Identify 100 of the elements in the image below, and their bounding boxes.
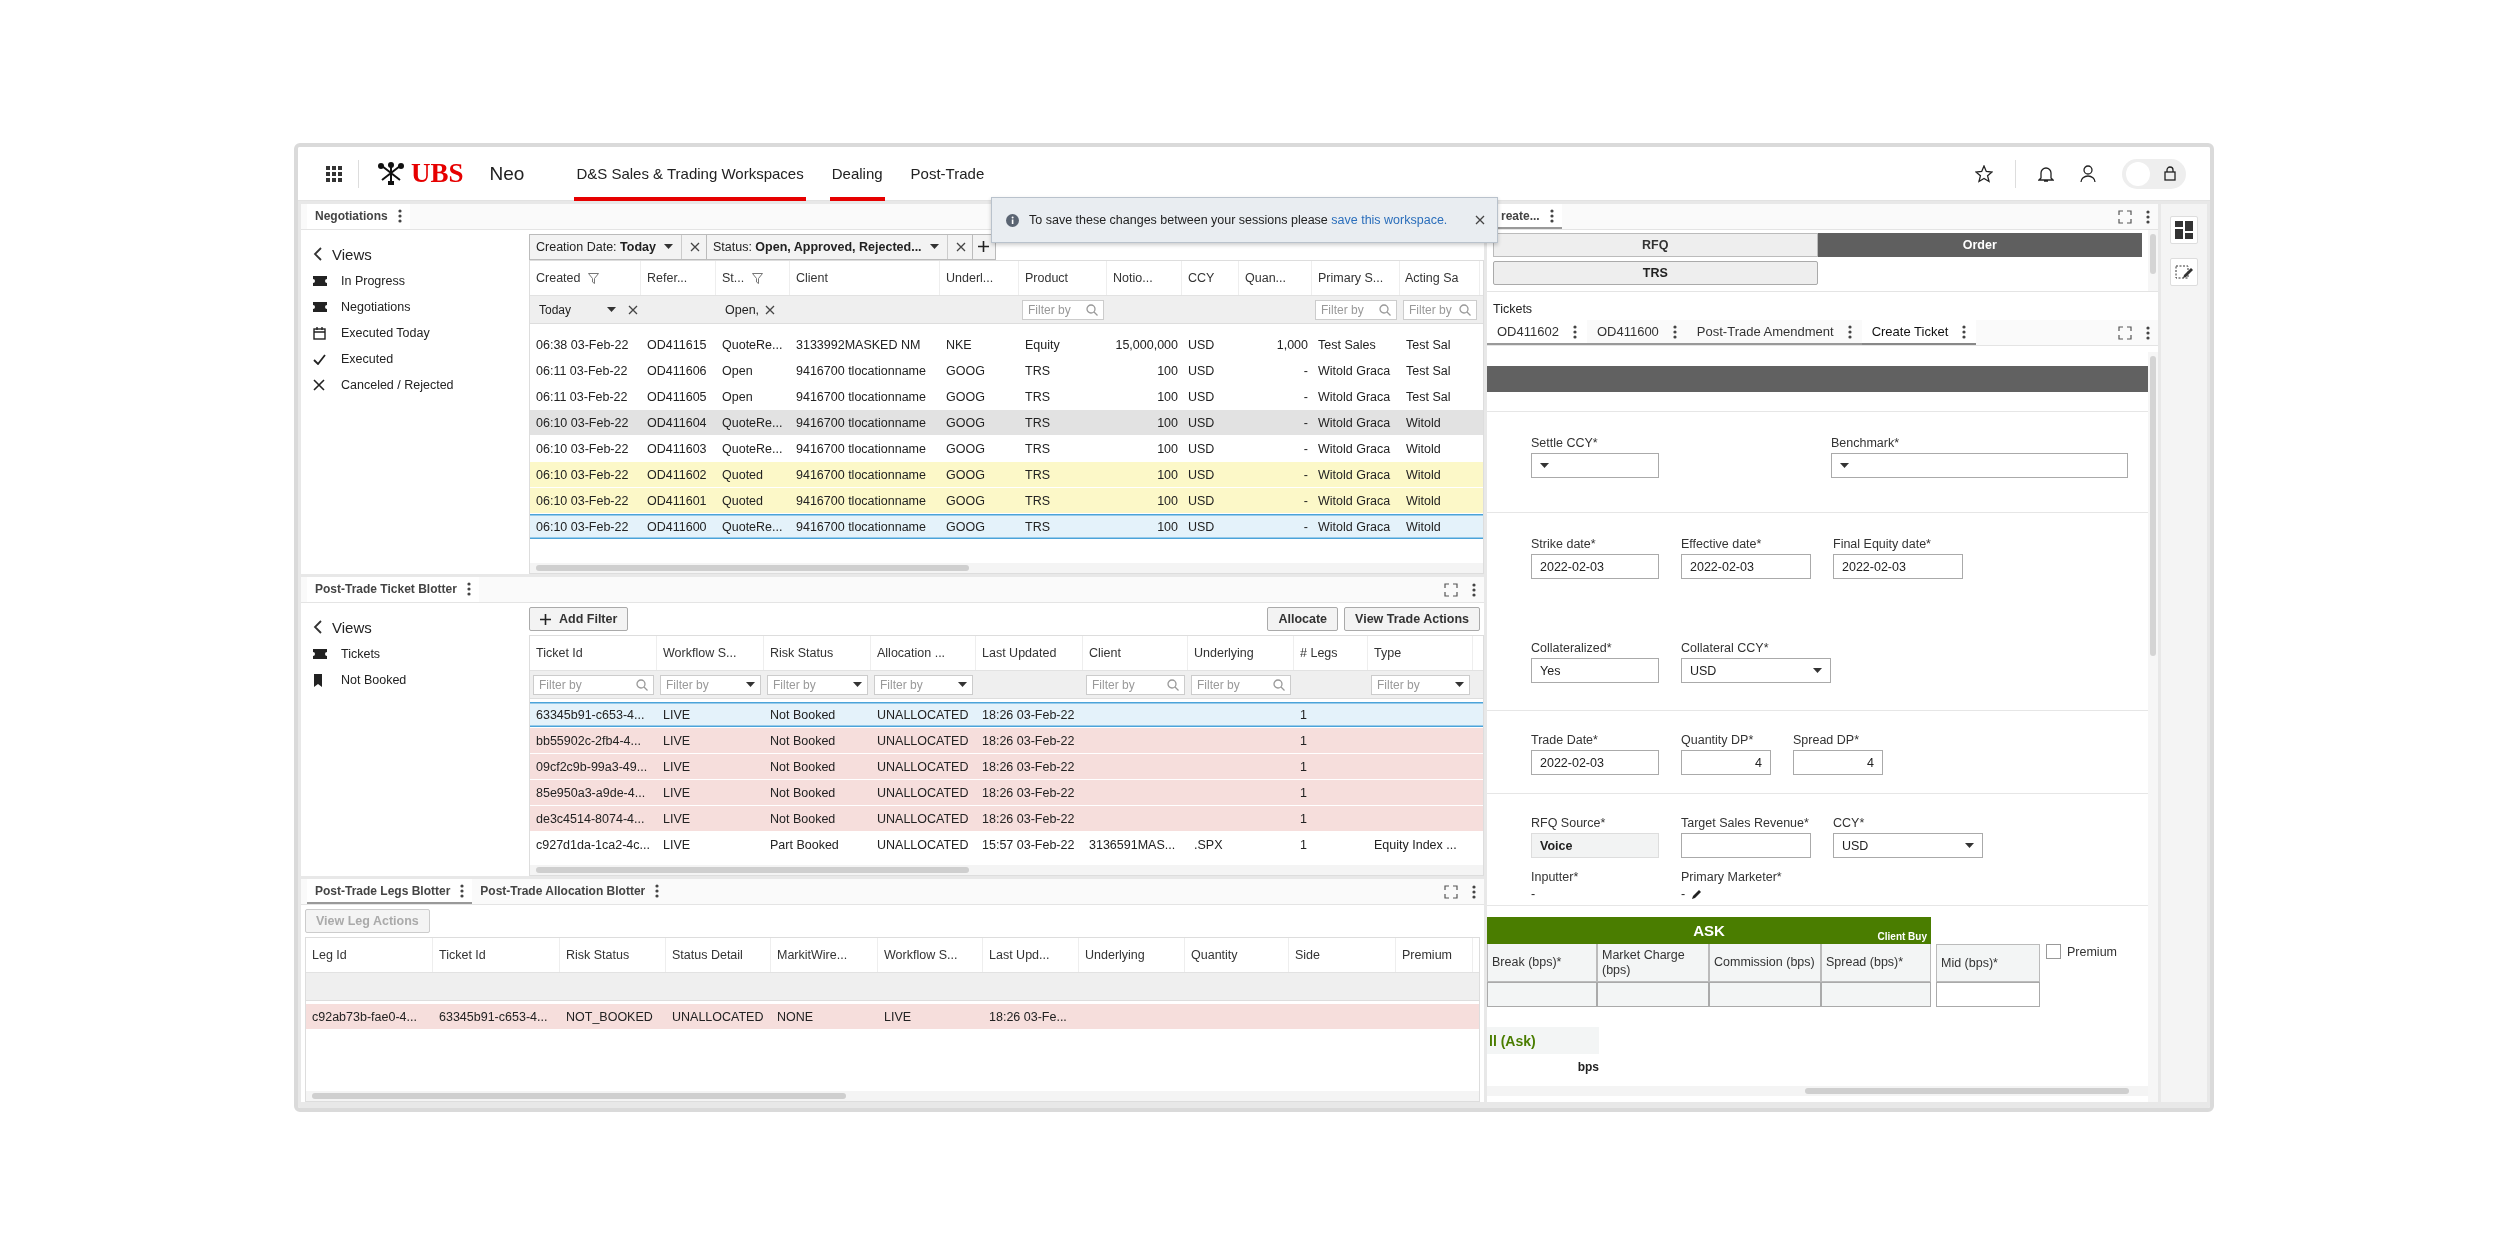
column-header[interactable]: Side	[1289, 938, 1396, 972]
scrollbar[interactable]	[530, 865, 1483, 875]
close-icon[interactable]	[955, 241, 966, 252]
column-header[interactable]: Primary S...	[1312, 261, 1400, 295]
more-icon[interactable]	[397, 208, 402, 223]
filter-chip[interactable]: Status: Open, Approved, Rejected...	[705, 233, 973, 260]
scrollbar[interactable]	[530, 563, 1483, 573]
input-field[interactable]: 2022-02-03	[1833, 554, 1963, 579]
close-icon[interactable]	[1475, 215, 1485, 225]
back-icon[interactable]	[313, 620, 322, 634]
view-item[interactable]: Negotiations	[313, 294, 529, 320]
input-field[interactable]	[1681, 833, 1811, 858]
view-item[interactable]: In Progress	[313, 268, 529, 294]
table-row[interactable]: 06:10 03-Feb-22 OD411604 QuoteRe... 9416700 tlocationname GOOG TRS 100 USD - Witold Graca Witold	[530, 410, 1483, 436]
scrollbar[interactable]	[306, 1091, 1479, 1101]
panel-tab[interactable]: Post-Trade Allocation Blotter	[472, 879, 668, 904]
pencil-icon[interactable]	[1691, 888, 1703, 900]
close-icon[interactable]	[689, 241, 700, 252]
table-row[interactable]: bb55902c-2fb4-4... LIVE Not Booked UNALLOCATED 18:26 03-Feb-22 1	[530, 728, 1483, 754]
input-field[interactable]	[1487, 982, 1597, 1007]
panel-tab[interactable]: OD411600	[1586, 320, 1687, 345]
view-item[interactable]: Executed Today	[313, 320, 529, 346]
column-header[interactable]: Risk Status	[560, 938, 666, 972]
table-row[interactable]: 06:38 03-Feb-22 OD411615 QuoteRe... 3133992MASKED NM NKE Equity 15,000,000 USD 1,000 Test Sales Test Sal	[530, 332, 1483, 358]
column-header[interactable]: Created	[530, 261, 641, 295]
expand-icon[interactable]	[2118, 209, 2132, 224]
table-row[interactable]: 63345b91-c653-4... LIVE Not Booked UNALLOCATED 18:26 03-Feb-22 1	[530, 702, 1483, 728]
column-header[interactable]: Ticket Id	[530, 636, 657, 670]
column-header[interactable]: Product	[1019, 261, 1107, 295]
column-header[interactable]: MarkitWire...	[771, 938, 878, 972]
user-icon[interactable]	[2080, 164, 2096, 183]
table-row[interactable]: 06:10 03-Feb-22 OD411600 QuoteRe... 9416700 tlocationname GOOG TRS 100 USD - Witold Graca Witold	[530, 514, 1483, 540]
column-header[interactable]: CCY	[1182, 261, 1239, 295]
save-workspace-link[interactable]: save this workspace.	[1331, 213, 1448, 227]
action-button[interactable]: Allocate	[1267, 607, 1339, 631]
panel-tab[interactable]: Create Ticket	[1861, 320, 1977, 345]
filter-chip[interactable]: Creation Date: Today	[529, 233, 707, 260]
column-header[interactable]: Quan...	[1239, 261, 1312, 295]
scrollbar[interactable]	[1487, 1086, 2148, 1096]
action-button[interactable]: View Trade Actions	[1344, 607, 1480, 631]
more-icon[interactable]	[2146, 325, 2150, 340]
filter-dropdown[interactable]: Today	[533, 299, 622, 320]
column-header[interactable]: Client	[790, 261, 940, 295]
mode-tab[interactable]: Order	[1817, 233, 2142, 257]
view-item[interactable]: Not Booked	[313, 667, 529, 693]
column-header[interactable]: Workflow S...	[878, 938, 983, 972]
back-icon[interactable]	[313, 247, 322, 261]
input-field[interactable]: 4	[1793, 750, 1883, 775]
filter-icon[interactable]	[752, 272, 764, 284]
more-icon[interactable]	[1472, 582, 1476, 597]
filter-icon[interactable]	[588, 272, 600, 284]
input-field[interactable]: 2022-02-03	[1531, 554, 1659, 579]
input-field[interactable]: 2022-02-03	[1531, 750, 1659, 775]
input-field[interactable]: Yes	[1531, 658, 1659, 683]
mode-tab[interactable]: RFQ	[1493, 233, 1818, 257]
column-header[interactable]: Workflow S...	[657, 636, 764, 670]
more-icon[interactable]	[1962, 324, 1967, 339]
panel-tab[interactable]: Post-Trade Amendment	[1686, 320, 1862, 345]
more-icon[interactable]	[1549, 208, 1554, 223]
column-header[interactable]: Risk Status	[764, 636, 871, 670]
column-header[interactable]: Allocation ...	[871, 636, 976, 670]
dropdown[interactable]: USD	[1681, 658, 1831, 683]
more-icon[interactable]	[1672, 324, 1677, 339]
panel-tab[interactable]: Post-Trade Ticket Blotter	[307, 577, 479, 602]
input-field[interactable]	[1597, 982, 1709, 1007]
column-header[interactable]: Premium	[1396, 938, 1473, 972]
table-row[interactable]: c927d1da-1ca2-4c... LIVE Part Booked UNALLOCATED 15:57 03-Feb-22 3136591MAS... .SPX 1 Equity Index ...	[530, 832, 1483, 858]
input-field[interactable]: 2022-02-03	[1681, 554, 1811, 579]
table-row[interactable]: 06:11 03-Feb-22 OD411606 Open 9416700 tlocationname GOOG TRS 100 USD - Witold Graca Test Sal	[530, 358, 1483, 384]
column-header[interactable]: Underl...	[940, 261, 1019, 295]
clear-icon[interactable]	[765, 304, 776, 315]
column-header[interactable]: Client	[1083, 636, 1188, 670]
checkbox[interactable]	[2046, 944, 2061, 959]
layout-icon[interactable]	[2170, 216, 2198, 244]
table-row[interactable]: 06:10 03-Feb-22 OD411602 Quoted 9416700 tlocationname GOOG TRS 100 USD - Witold Graca Witold	[530, 462, 1483, 488]
apps-icon[interactable]	[326, 165, 342, 182]
column-header[interactable]: Underlying	[1079, 938, 1185, 972]
column-header[interactable]: Last Upd...	[983, 938, 1079, 972]
more-icon[interactable]	[1572, 324, 1577, 339]
column-header[interactable]: Leg Id	[306, 938, 433, 972]
view-item[interactable]: Executed	[313, 346, 529, 372]
more-icon[interactable]	[1847, 324, 1852, 339]
nav-tab[interactable]: Post-Trade	[908, 147, 987, 201]
clear-icon[interactable]	[628, 304, 638, 315]
column-header[interactable]: Quantity	[1185, 938, 1289, 972]
input-field[interactable]	[1821, 982, 1931, 1007]
column-header[interactable]: # Legs	[1294, 636, 1368, 670]
input-field[interactable]: 4	[1681, 750, 1771, 775]
column-header[interactable]: Acting Sa	[1400, 261, 1480, 295]
scrollbar[interactable]	[2148, 352, 2158, 1102]
table-row[interactable]: c92ab73b-fae0-4... 63345b91-c653-4... NOT_BOOKED UNALLOCATED NONE LIVE 18:26 03-Fe...	[306, 1004, 1479, 1030]
scrollbar[interactable]	[2148, 230, 2158, 291]
column-header[interactable]: Underlying	[1188, 636, 1294, 670]
column-header[interactable]: St...	[716, 261, 790, 295]
edit-layout-icon[interactable]	[2170, 258, 2198, 286]
panel-tab[interactable]: Negotiations	[307, 204, 410, 229]
more-icon[interactable]	[655, 883, 660, 898]
column-header[interactable]: Ticket Id	[433, 938, 560, 972]
table-row[interactable]: 09cf2c9b-99a3-49... LIVE Not Booked UNALLOCATED 18:26 03-Feb-22 1	[530, 754, 1483, 780]
table-row[interactable]: de3c4514-8074-4... LIVE Not Booked UNALLOCATED 18:26 03-Feb-22 1	[530, 806, 1483, 832]
